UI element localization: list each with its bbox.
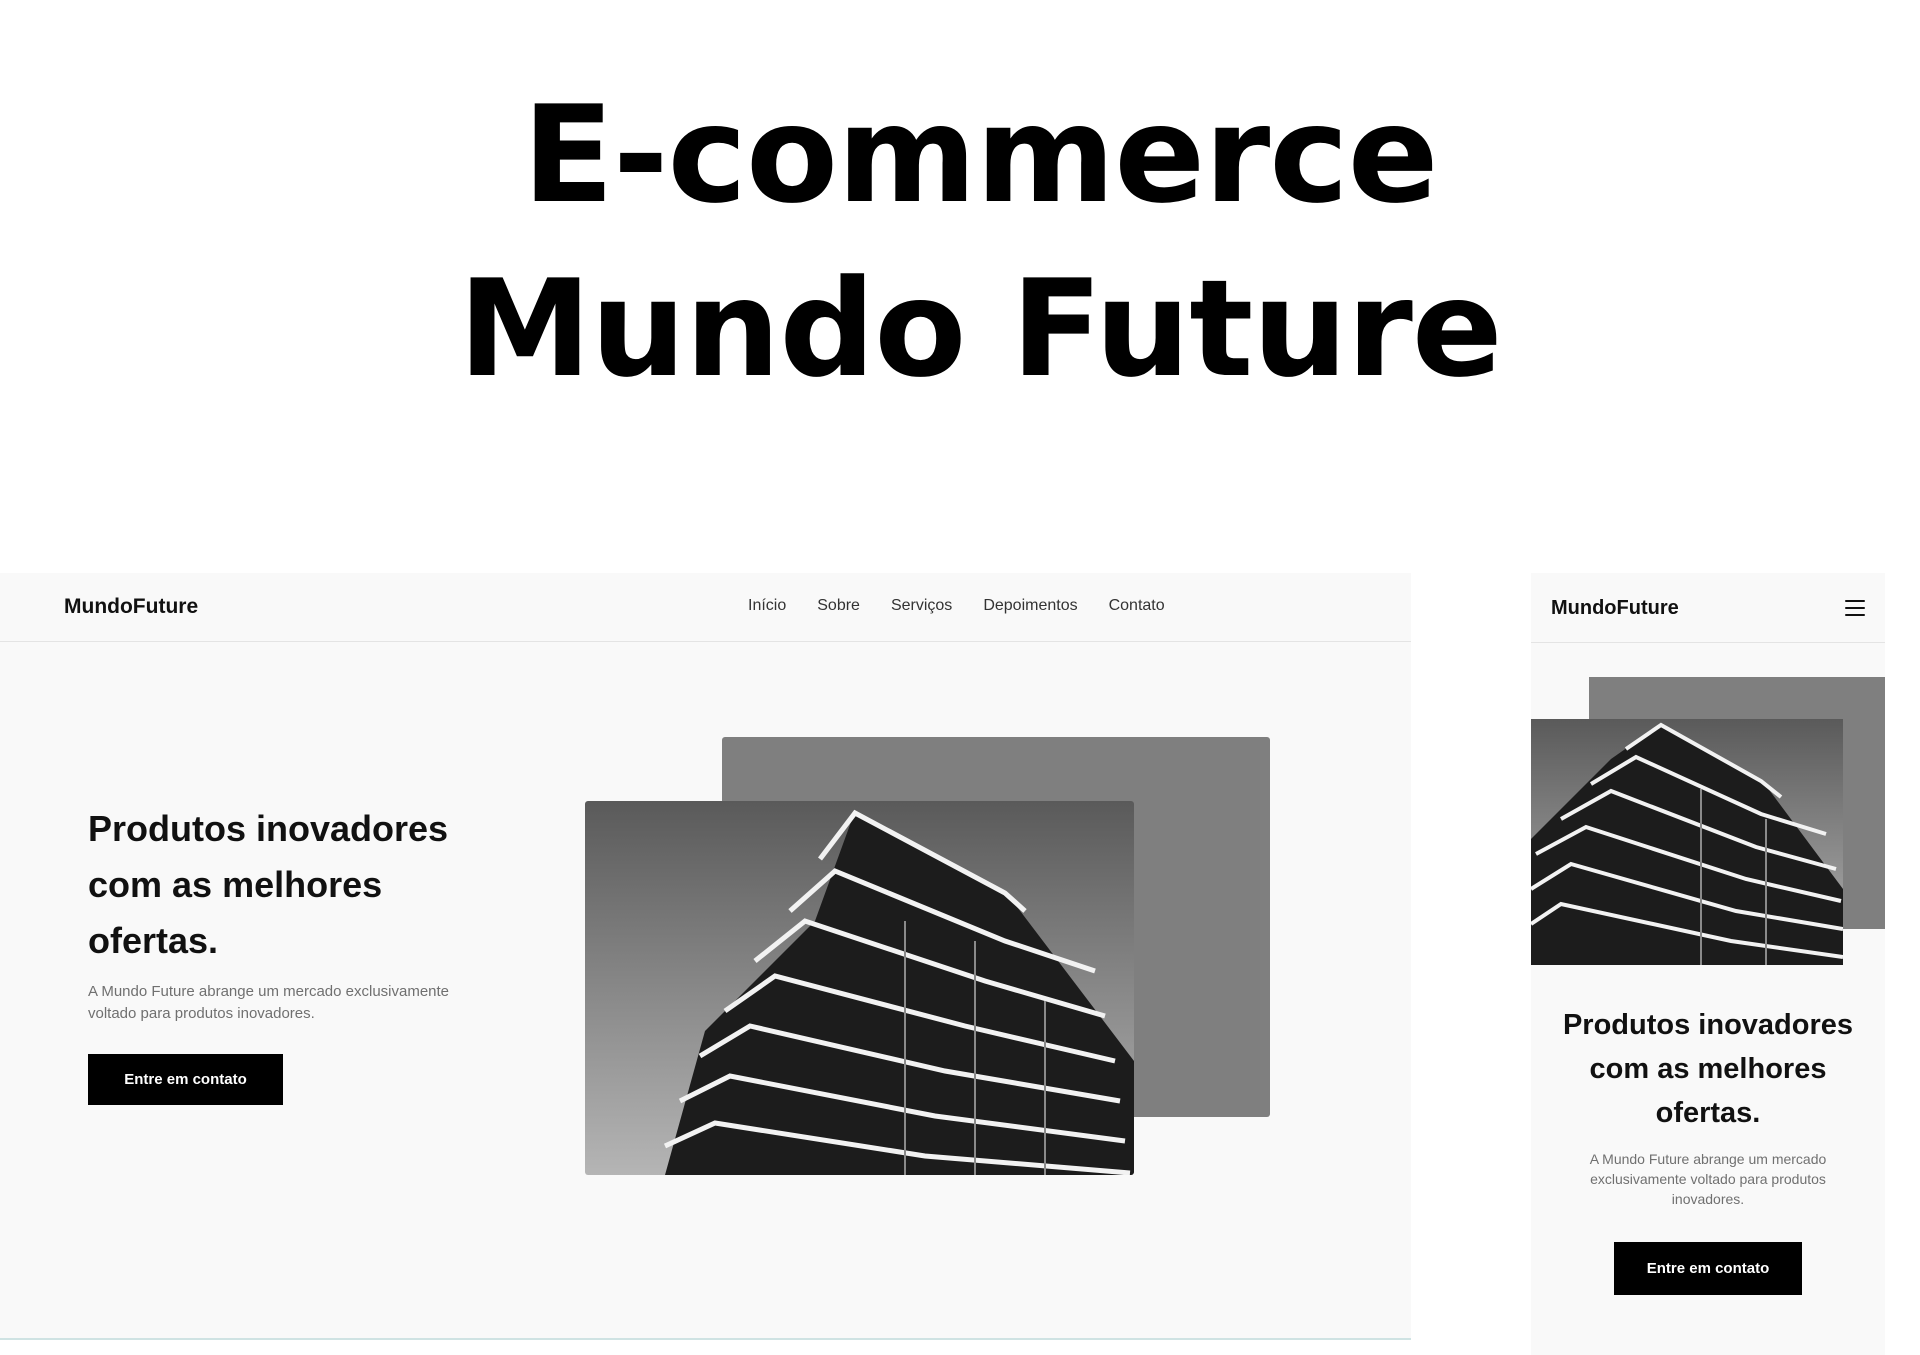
nav-item-depoimentos[interactable]: Depoimentos bbox=[983, 597, 1077, 615]
hamburger-menu-icon[interactable] bbox=[1845, 600, 1865, 616]
building-image bbox=[585, 801, 1134, 1175]
desktop-navbar: MundoFuture Início Sobre Serviços Depoim… bbox=[0, 573, 1411, 642]
desktop-building-photo bbox=[585, 801, 1134, 1175]
presentation-title-line-2: Mundo Future bbox=[458, 251, 1502, 407]
building-image bbox=[1531, 719, 1843, 965]
desktop-contact-button[interactable]: Entre em contato bbox=[88, 1054, 283, 1105]
mobile-navbar: MundoFuture bbox=[1531, 573, 1885, 643]
nav-item-sobre[interactable]: Sobre bbox=[817, 597, 860, 615]
nav-item-contato[interactable]: Contato bbox=[1109, 597, 1165, 615]
desktop-mockup: MundoFuture Início Sobre Serviços Depoim… bbox=[0, 573, 1411, 1340]
mobile-building-photo bbox=[1531, 719, 1843, 965]
desktop-hero-description: A Mundo Future abrange um mercado exclus… bbox=[88, 983, 450, 1022]
mobile-mockup: MundoFuture Produtos inovadores com as m… bbox=[1531, 573, 1885, 1355]
mobile-logo[interactable]: MundoFuture bbox=[1551, 597, 1679, 620]
presentation-title-line-1: E-commerce bbox=[522, 77, 1438, 233]
desktop-hero-title: Produtos inovadores com as melhores ofer… bbox=[88, 808, 449, 961]
nav-item-servicos[interactable]: Serviços bbox=[891, 597, 952, 615]
mobile-hero-description: A Mundo Future abrange um mercado exclus… bbox=[1589, 1151, 1827, 1207]
desktop-logo[interactable]: MundoFuture bbox=[64, 595, 198, 619]
mobile-hero-title: Produtos inovadores com as melhores ofer… bbox=[1562, 1009, 1854, 1129]
nav-item-inicio[interactable]: Início bbox=[748, 597, 786, 615]
mobile-contact-button[interactable]: Entre em contato bbox=[1614, 1242, 1802, 1295]
desktop-nav-menu: Início Sobre Serviços Depoimentos Contat… bbox=[748, 597, 1165, 615]
